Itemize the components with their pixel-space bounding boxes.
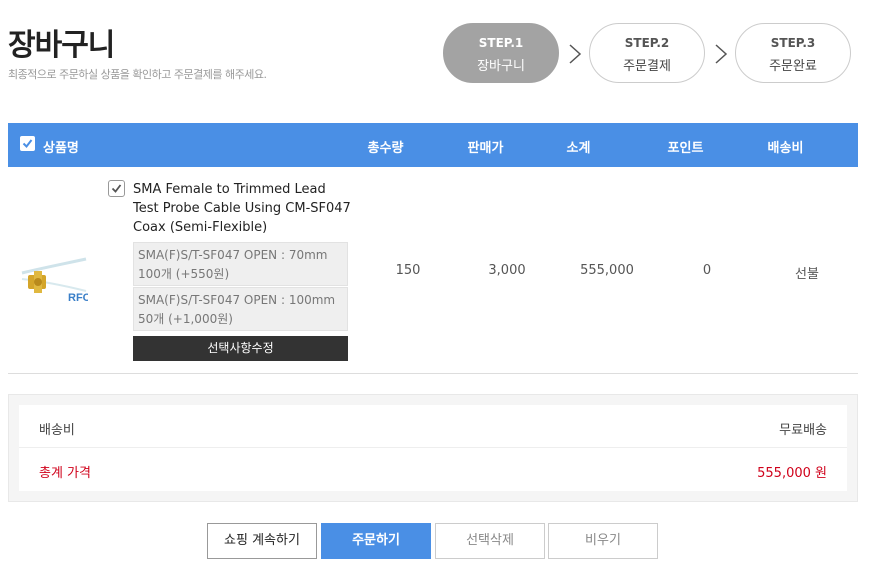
- edit-options-button[interactable]: 선택사항수정: [133, 336, 348, 361]
- order-button[interactable]: 주문하기: [321, 523, 431, 559]
- order-summary-inner: 배송비 무료배송 총계 가격 555,000 원: [19, 405, 847, 491]
- summary-shipping-value: 무료배송: [779, 423, 827, 438]
- chevron-right-icon: [569, 44, 582, 64]
- chevron-right-icon: [715, 44, 728, 64]
- delete-selected-button[interactable]: 선택삭제: [435, 523, 545, 559]
- product-thumbnail[interactable]: RFC: [18, 245, 88, 305]
- header-quantity: 총수량: [367, 141, 404, 156]
- summary-shipping-label: 배송비: [39, 423, 75, 438]
- step-1-number: STEP.1: [478, 36, 524, 50]
- cell-subtotal: 555,000: [580, 263, 634, 278]
- item-checkbox[interactable]: [108, 180, 125, 197]
- header-subtotal: 소계: [566, 141, 591, 156]
- product-option-2: SMA(F)S/T-SF047 OPEN : 100mm 50개 (+1,000…: [133, 287, 348, 331]
- page-title: 장바구니: [8, 28, 115, 63]
- page-subtitle: 최종적으로 주문하실 상품을 확인하고 주문결제를 해주세요.: [8, 68, 267, 81]
- step-2: STEP.2 주문결제: [589, 23, 705, 83]
- checkmark-icon: [111, 184, 122, 193]
- step-3: STEP.3 주문완료: [735, 23, 851, 83]
- continue-shopping-button[interactable]: 쇼핑 계속하기: [207, 523, 317, 559]
- header-price: 판매가: [467, 141, 504, 156]
- summary-total-row: 총계 가격 555,000 원: [19, 448, 847, 491]
- product-name-link[interactable]: SMA Female to Trimmed Lead Test Probe Ca…: [133, 180, 353, 237]
- cart-table-header: 상품명 총수량 판매가 소계 포인트 배송비: [8, 123, 858, 167]
- select-all-checkbox[interactable]: [20, 136, 35, 151]
- order-summary: 배송비 무료배송 총계 가격 555,000 원: [8, 394, 858, 502]
- summary-total-value: 555,000 원: [757, 466, 827, 481]
- step-2-name: 주문결제: [623, 59, 671, 74]
- empty-cart-button[interactable]: 비우기: [548, 523, 658, 559]
- cell-points: 0: [702, 263, 712, 278]
- summary-total-label: 총계 가격: [39, 466, 91, 481]
- header-points: 포인트: [667, 141, 704, 156]
- header-product: 상품명: [43, 141, 79, 156]
- product-option-1: SMA(F)S/T-SF047 OPEN : 70mm 100개 (+550원): [133, 242, 348, 286]
- summary-shipping-row: 배송비 무료배송: [19, 405, 847, 448]
- step-1: STEP.1 장바구니: [443, 23, 559, 83]
- step-3-number: STEP.3: [770, 36, 816, 50]
- cart-item-row: RFC SMA Female to Trimmed Lead Test Prob…: [8, 167, 858, 374]
- step-2-number: STEP.2: [624, 36, 670, 50]
- cell-price: 3,000: [488, 263, 526, 278]
- cell-quantity: 150: [395, 263, 421, 278]
- checkmark-icon: [22, 139, 33, 149]
- step-3-name: 주문완료: [769, 59, 817, 74]
- header-shipping: 배송비: [767, 141, 804, 156]
- thumbnail-logo-text: RFC: [68, 292, 88, 304]
- step-1-name: 장바구니: [477, 59, 525, 74]
- cell-shipping: 선불: [795, 267, 819, 282]
